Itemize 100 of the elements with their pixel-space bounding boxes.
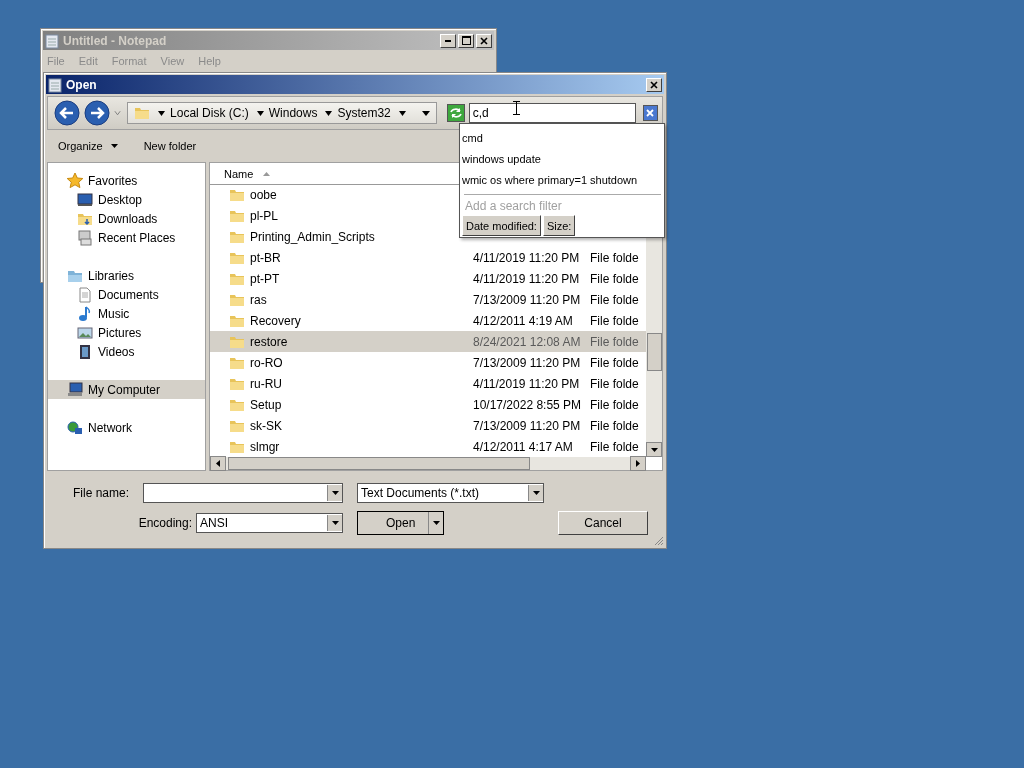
forward-button[interactable]	[84, 100, 110, 126]
nav-item[interactable]: Downloads	[48, 209, 205, 228]
file-name: slmgr	[250, 439, 281, 454]
file-name-field[interactable]	[143, 483, 343, 503]
computer-icon	[67, 381, 83, 398]
picture-icon	[77, 324, 93, 341]
file-name: ras	[250, 293, 268, 308]
scroll-right-button[interactable]	[630, 456, 646, 471]
file-type: File folde	[590, 293, 640, 308]
suggestion-item[interactable]: windows update	[462, 148, 664, 169]
monitor-icon	[77, 191, 93, 208]
breadcrumb-item[interactable]: Windows	[256, 106, 318, 120]
scroll-left-button[interactable]	[210, 456, 226, 471]
folder-icon	[229, 187, 245, 204]
caret-icon	[158, 110, 166, 116]
close-button[interactable]	[646, 77, 662, 92]
breadcrumb-field[interactable]: Local Disk (C:) Windows System32	[127, 102, 437, 124]
music-note-icon	[77, 305, 93, 322]
file-row[interactable]: restore 8/24/2021 12:08 AM File folde	[210, 331, 646, 353]
organize-menu[interactable]: Organize	[56, 138, 120, 154]
file-name: Recovery	[250, 314, 302, 328]
caret-icon	[110, 144, 118, 148]
suggestion-item[interactable]: wmic os where primary=1 shutdown	[462, 169, 664, 190]
caret-icon	[532, 491, 540, 495]
search-filter-hint: Add a search filter	[464, 199, 563, 215]
file-row[interactable]: Recovery 4/12/2011 4:19 AM File folde	[210, 310, 646, 332]
folder-icon	[229, 229, 245, 246]
file-row[interactable]: sk-SK 7/13/2009 11:20 PM File folde	[210, 415, 646, 437]
scroll-thumb[interactable]	[228, 457, 530, 470]
back-button[interactable]	[54, 100, 80, 126]
filter-button[interactable]: Size:	[542, 215, 576, 236]
nav-item[interactable]: Pictures	[48, 323, 205, 342]
field-label: Encoding:	[138, 516, 192, 530]
notepad-icon	[45, 32, 59, 49]
nav-item[interactable]: Recent Places	[48, 228, 205, 247]
encoding-dropdown[interactable]: ANSI	[196, 513, 343, 533]
nav-item[interactable]: Network	[48, 418, 205, 437]
recent-places-icon	[77, 229, 93, 246]
nav-item[interactable]: Libraries	[48, 266, 205, 285]
clear-search-button[interactable]	[642, 105, 658, 121]
file-row[interactable]: ru-RU 4/11/2019 11:20 PM File folde	[210, 373, 646, 395]
file-name: ro-RO	[250, 355, 284, 370]
star-icon	[67, 172, 83, 189]
caret-icon	[432, 521, 440, 525]
file-type: File folde	[590, 418, 640, 433]
resize-grip-icon	[654, 536, 664, 546]
file-name: oobe	[250, 188, 278, 203]
nav-item[interactable]: My Computer	[48, 380, 205, 399]
date-modified: 4/12/2011 4:19 AM	[473, 314, 574, 328]
suggestion-item[interactable]: cmd	[462, 127, 664, 148]
file-row[interactable]: Setup 10/17/2022 8:55 PM File folde	[210, 394, 646, 416]
toolbar-button[interactable]: New folder	[141, 138, 199, 154]
file-type: File folde	[590, 355, 640, 370]
open-button[interactable]: Open	[357, 511, 444, 535]
file-type-dropdown[interactable]: Text Documents (*.txt)	[357, 483, 544, 503]
search-field[interactable]: c,d	[468, 103, 636, 123]
file-row[interactable]: pt-PT 4/11/2019 11:20 PM File folde	[210, 268, 646, 290]
nav-item[interactable]: Documents	[48, 285, 205, 304]
window-title: Open	[66, 77, 98, 92]
date-modified: 7/13/2009 11:20 PM	[473, 355, 582, 370]
caret-icon	[325, 110, 333, 116]
file-name: pt-PT	[250, 272, 281, 287]
folder-icon	[229, 271, 245, 288]
date-modified: 4/11/2019 11:20 PM	[473, 272, 581, 287]
file-row[interactable]: ras 7/13/2009 11:20 PM File folde	[210, 289, 646, 311]
caret-icon	[216, 460, 220, 467]
refresh-button[interactable]	[446, 104, 465, 122]
date-modified: 10/17/2022 8:55 PM	[473, 397, 583, 412]
file-row[interactable]: pt-BR 4/11/2019 11:20 PM File folde	[210, 247, 646, 269]
nav-item[interactable]: Desktop	[48, 190, 205, 209]
file-name: restore	[250, 334, 289, 349]
file-name: Printing_Admin_Scripts	[250, 230, 376, 245]
caret-icon[interactable]	[398, 110, 406, 116]
file-row[interactable]: slmgr 4/12/2011 4:17 AM File folde	[210, 436, 646, 457]
nav-item[interactable]: Favorites	[48, 171, 205, 190]
scroll-down-button[interactable]	[646, 442, 662, 457]
file-type: File folde	[590, 397, 640, 412]
nav-item[interactable]: Music	[48, 304, 205, 323]
breadcrumb-item[interactable]: Local Disk (C:)	[158, 106, 249, 120]
horizontal-scrollbar[interactable]	[210, 457, 646, 470]
scroll-thumb[interactable]	[647, 333, 662, 371]
film-icon	[77, 343, 93, 360]
file-type: File folde	[590, 272, 640, 287]
column-heading[interactable]: Name	[224, 167, 271, 180]
date-modified: 4/11/2019 11:20 PM	[473, 251, 581, 266]
file-row[interactable]: ro-RO 7/13/2009 11:20 PM File folde	[210, 352, 646, 374]
caret-icon[interactable]	[421, 110, 430, 116]
close-icon	[646, 109, 655, 117]
file-name: pl-PL	[250, 209, 279, 224]
text-cursor-icon	[513, 101, 520, 115]
breadcrumb-item[interactable]: System32	[325, 106, 391, 120]
date-modified: 7/13/2009 11:20 PM	[473, 418, 582, 433]
date-modified: 7/13/2009 11:20 PM	[473, 293, 582, 308]
caret-icon	[636, 460, 640, 467]
nav-item[interactable]: Videos	[48, 342, 205, 361]
close-icon	[480, 36, 488, 45]
filter-button[interactable]: Date modified:	[462, 215, 541, 236]
cancel-button[interactable]: Cancel	[558, 511, 648, 535]
file-type: File folde	[590, 314, 640, 328]
caret-icon	[256, 110, 264, 116]
